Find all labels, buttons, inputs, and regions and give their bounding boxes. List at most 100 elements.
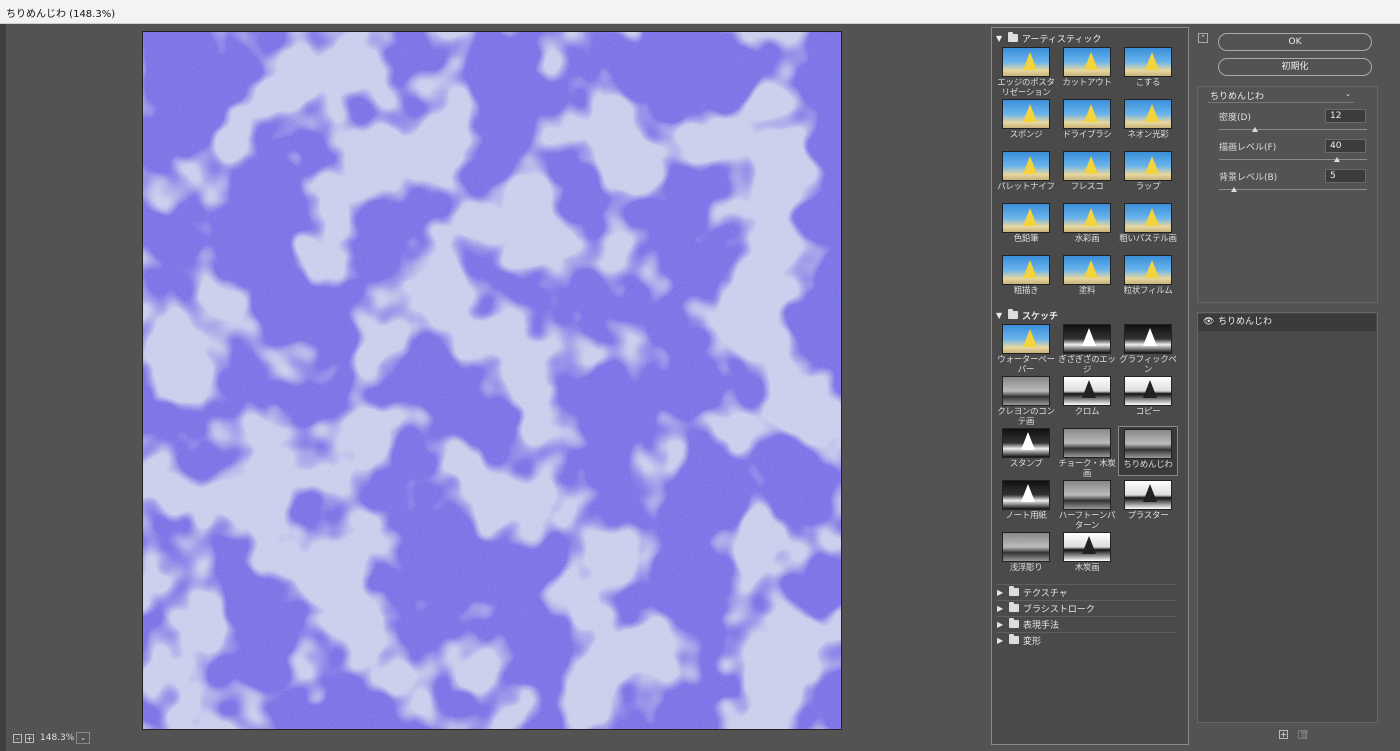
thumb-label: 塗料 bbox=[1078, 286, 1096, 296]
sketch-thumb[interactable]: 浅浮彫り bbox=[996, 530, 1056, 580]
artistic-thumb[interactable]: こする bbox=[1118, 45, 1178, 95]
sketch-thumb[interactable]: ノート用紙 bbox=[996, 478, 1056, 528]
thumb-label: ちりめんじわ bbox=[1123, 460, 1173, 470]
reset-button[interactable]: 初期化 bbox=[1218, 58, 1372, 76]
param-label: 描画レベル(F) bbox=[1219, 143, 1277, 153]
thumb-label: スタンプ bbox=[1009, 459, 1043, 469]
zoom-in-button[interactable]: + bbox=[25, 734, 34, 743]
param-value-input[interactable]: 40 bbox=[1325, 139, 1366, 153]
thumbnail-image bbox=[1002, 151, 1050, 181]
thumbnail-image bbox=[1063, 480, 1111, 510]
thumbnail-image bbox=[1002, 428, 1050, 458]
thumbnail-image bbox=[1124, 151, 1172, 181]
thumbnail-image bbox=[1063, 47, 1111, 77]
folder-icon bbox=[1009, 602, 1019, 612]
new-effect-layer-button[interactable]: + bbox=[1279, 730, 1288, 739]
effect-layers-panel bbox=[1197, 312, 1378, 723]
thumb-label: パレットナイフ bbox=[997, 182, 1055, 192]
category-collapsed[interactable]: ▶ 変形 bbox=[995, 632, 1177, 647]
artistic-thumb[interactable]: パレットナイフ bbox=[996, 149, 1056, 199]
filter-preview-image bbox=[143, 32, 841, 729]
category-collapsed[interactable]: ▶ 表現手法 bbox=[995, 616, 1177, 631]
artistic-thumb[interactable]: スポンジ bbox=[996, 97, 1056, 147]
delete-effect-layer-button[interactable]: 🗑 bbox=[1298, 730, 1309, 739]
slider-handle[interactable] bbox=[1230, 187, 1237, 192]
preview-canvas[interactable] bbox=[142, 31, 842, 730]
param-slider[interactable] bbox=[1219, 157, 1367, 162]
artistic-thumb[interactable]: 水彩画 bbox=[1057, 201, 1117, 251]
thumbnail-image bbox=[1124, 255, 1172, 285]
param-slider[interactable] bbox=[1219, 187, 1367, 192]
thumb-label: ラップ bbox=[1135, 182, 1161, 192]
artistic-thumb[interactable]: 粗いパステル画 bbox=[1118, 201, 1178, 251]
sketch-thumb[interactable]: ちりめんじわ bbox=[1118, 426, 1178, 476]
folder-icon bbox=[1009, 586, 1019, 596]
folder-icon bbox=[1008, 309, 1018, 319]
artistic-thumb[interactable]: 粒状フィルム bbox=[1118, 253, 1178, 303]
artistic-thumb[interactable]: フレスコ bbox=[1057, 149, 1117, 199]
artistic-thumb[interactable]: ドライブラシ bbox=[1057, 97, 1117, 147]
thumbnail-image bbox=[1002, 532, 1050, 562]
artistic-thumb[interactable]: ネオン光彩 bbox=[1118, 97, 1178, 147]
category-label: テクスチャ bbox=[1023, 588, 1068, 599]
expand-triangle-icon: ▼ bbox=[996, 33, 1003, 43]
zoom-dropdown[interactable]: ⌄ bbox=[76, 732, 90, 744]
category-sketch[interactable]: ▼ スケッチ bbox=[996, 308, 1176, 322]
window-titlebar: ちりめんじわ (148.3%) bbox=[0, 0, 1400, 24]
sketch-thumb[interactable]: ぎざぎざのエッジ bbox=[1057, 322, 1117, 375]
ok-button[interactable]: OK bbox=[1218, 33, 1372, 51]
sketch-thumb[interactable]: グラフィックペン bbox=[1118, 322, 1178, 375]
thumbnail-image bbox=[1063, 428, 1111, 458]
artistic-thumb[interactable]: ラップ bbox=[1118, 149, 1178, 199]
thumb-label: ノート用紙 bbox=[1005, 511, 1047, 521]
eye-icon[interactable]: 👁 bbox=[1203, 314, 1214, 331]
category-collapsed[interactable]: ▶ テクスチャ bbox=[995, 584, 1177, 599]
thumbnail-image bbox=[1124, 203, 1172, 233]
thumb-label: 色鉛筆 bbox=[1013, 234, 1039, 244]
sketch-thumb[interactable]: プラスター bbox=[1118, 478, 1178, 528]
zoom-out-button[interactable]: - bbox=[13, 734, 22, 743]
thumbnail-image bbox=[1124, 99, 1172, 129]
thumb-label: 浅浮彫り bbox=[1009, 563, 1043, 573]
artistic-thumb[interactable]: エッジのポスタリゼーション bbox=[996, 45, 1056, 98]
category-collapsed[interactable]: ▶ ブラシストローク bbox=[995, 600, 1177, 615]
category-artistic[interactable]: ▼ アーティスティック bbox=[996, 31, 1176, 45]
thumbnail-image bbox=[1063, 151, 1111, 181]
sketch-thumb[interactable]: ハーフトーンパターン bbox=[1057, 478, 1117, 531]
expand-triangle-icon: ▼ bbox=[996, 310, 1003, 320]
thumbnail-image bbox=[1063, 99, 1111, 129]
thumbnail-image bbox=[1124, 324, 1172, 354]
category-label: スケッチ bbox=[1022, 311, 1059, 322]
sketch-thumb[interactable]: クレヨンのコンテ画 bbox=[996, 374, 1056, 427]
thumb-label: チョーク・木炭画 bbox=[1058, 459, 1116, 479]
thumb-label: クロム bbox=[1074, 407, 1100, 417]
filter-gallery: ▼ アーティスティック エッジのポスタリゼーション カットアウト こするスポンジ ドラ… bbox=[991, 27, 1189, 745]
slider-handle[interactable] bbox=[1251, 127, 1258, 132]
collapse-gallery-button[interactable]: ⌃ bbox=[1198, 33, 1208, 43]
param-value-input[interactable]: 5 bbox=[1325, 169, 1366, 183]
sketch-thumb[interactable]: チョーク・木炭画 bbox=[1057, 426, 1117, 479]
filter-select[interactable]: ちりめんじわ ⌄ bbox=[1208, 89, 1354, 103]
thumb-label: ネオン光彩 bbox=[1127, 130, 1169, 140]
sketch-thumb[interactable]: コピー bbox=[1118, 374, 1178, 424]
artistic-thumb[interactable]: 粗描き bbox=[996, 253, 1056, 303]
param-slider[interactable] bbox=[1219, 127, 1367, 132]
param-value-input[interactable]: 12 bbox=[1325, 109, 1366, 123]
artistic-thumb[interactable]: 色鉛筆 bbox=[996, 201, 1056, 251]
filter-select-value: ちりめんじわ bbox=[1210, 92, 1265, 102]
category-label: 表現手法 bbox=[1023, 620, 1060, 631]
artistic-thumb[interactable]: 塗料 bbox=[1057, 253, 1117, 303]
category-label: 変形 bbox=[1023, 636, 1042, 647]
sketch-thumb[interactable]: 木炭画 bbox=[1057, 530, 1117, 580]
sketch-thumb[interactable]: スタンプ bbox=[996, 426, 1056, 476]
sketch-thumb[interactable]: クロム bbox=[1057, 374, 1117, 424]
thumbnail-image bbox=[1063, 255, 1111, 285]
sketch-thumb[interactable]: ウォーターペーパー bbox=[996, 322, 1056, 375]
effect-layer-name: ちりめんじわ bbox=[1218, 317, 1273, 327]
thumb-label: こする bbox=[1135, 78, 1161, 88]
slider-handle[interactable] bbox=[1334, 157, 1341, 162]
effect-layer-row[interactable]: 👁 ちりめんじわ bbox=[1198, 314, 1376, 331]
thumbnail-image bbox=[1002, 480, 1050, 510]
thumbnail-image bbox=[1002, 376, 1050, 406]
artistic-thumb[interactable]: カットアウト bbox=[1057, 45, 1117, 95]
